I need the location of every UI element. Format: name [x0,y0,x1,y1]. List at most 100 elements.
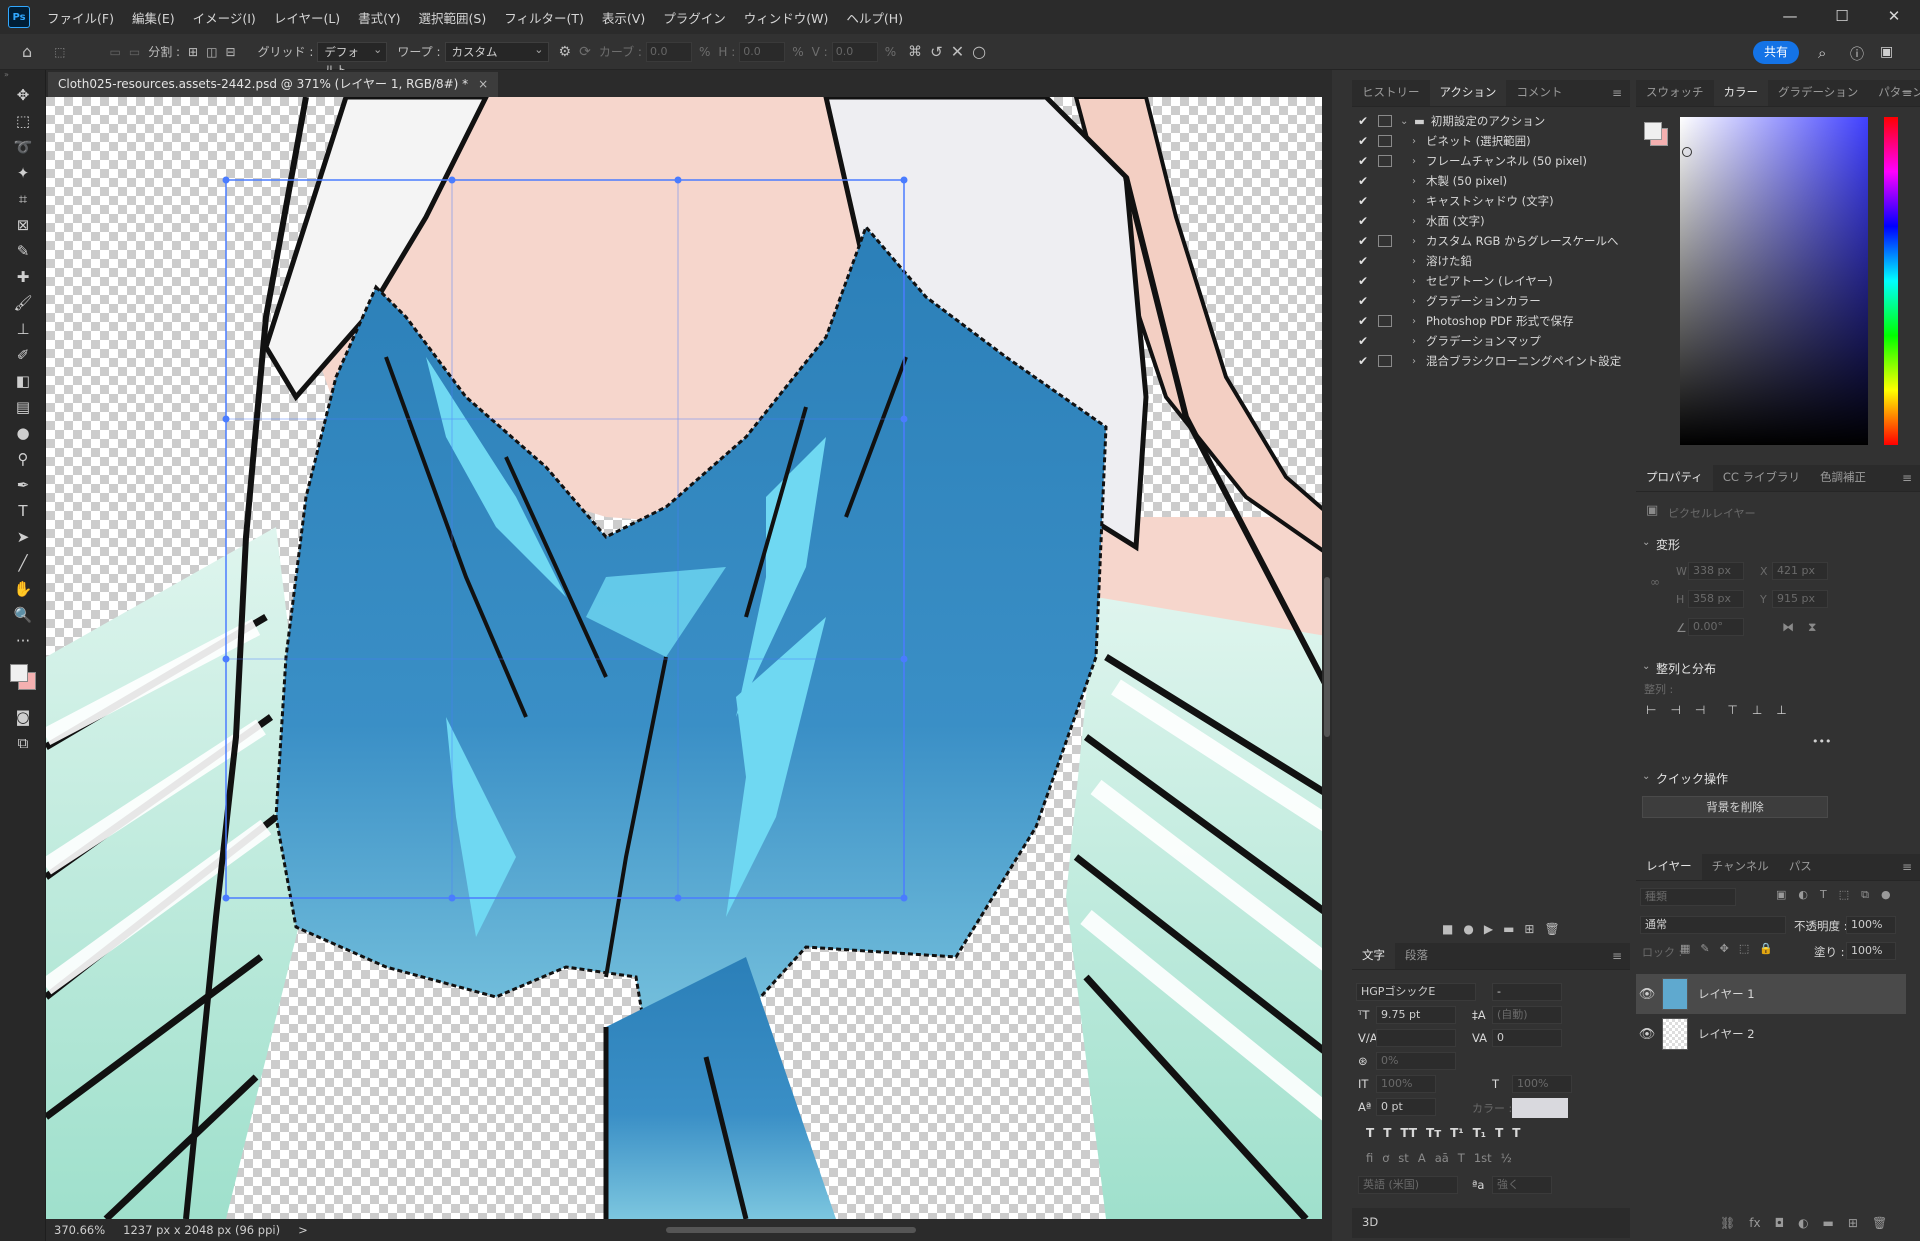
chevron-right-icon[interactable]: › [1412,196,1426,207]
angle-field[interactable]: 0.00° [1688,618,1744,636]
toolbox-collapse-icon[interactable]: » [0,70,45,82]
small-caps-icon[interactable]: Tт [1426,1126,1441,1140]
dialog-toggle-icon[interactable] [1378,175,1392,187]
document-tab[interactable]: Cloth025-resources.assets-2442.psd @ 371… [48,72,499,97]
action-check-icon[interactable]: ✔ [1352,114,1374,128]
new-action-icon[interactable]: ⊞ [1524,922,1534,936]
layer-thumbnail[interactable] [1662,978,1688,1010]
font-size-field[interactable]: 9.75 pt [1376,1006,1456,1024]
filter-adjustment-icon[interactable]: ◐ [1798,888,1808,902]
tab-channels[interactable]: チャンネル [1702,853,1779,880]
font-family-dropdown[interactable]: HGPゴシックE [1356,983,1476,1001]
dialog-toggle-icon[interactable] [1378,115,1392,127]
action-item-5[interactable]: ✔ › カスタム RGB からグレースケールへ [1352,231,1630,251]
color-panel-foreground-swatch[interactable] [1644,122,1662,140]
actions-panel-menu-icon[interactable]: ≡ [1612,86,1622,100]
action-item-9[interactable]: ✔ › Photoshop PDF 形式で保存 [1352,311,1630,331]
action-item-6[interactable]: ✔ › 溶けた鉛 [1352,251,1630,271]
layers-panel-menu-icon[interactable]: ≡ [1902,860,1912,874]
document-tab-close-icon[interactable]: × [478,72,488,97]
transform-chevron-icon[interactable]: ⌄ [1642,537,1650,548]
action-check-icon[interactable]: ✔ [1352,314,1374,328]
tab-character[interactable]: 文字 [1352,942,1395,969]
width-field[interactable]: 338 px [1688,562,1744,580]
superscript-icon[interactable]: T¹ [1450,1126,1463,1140]
x-field[interactable]: 421 px [1772,562,1828,580]
properties-panel-menu-icon[interactable]: ≡ [1902,471,1912,485]
lock-all-icon[interactable]: 🔒 [1759,942,1773,955]
flip-vertical-icon[interactable]: ⧗ [1808,620,1816,635]
chevron-right-icon[interactable]: › [1412,136,1426,147]
new-set-folder-icon[interactable]: ▬ [1503,922,1514,936]
split-horizontal-lines-icon[interactable]: ⊟ [225,45,235,59]
action-check-icon[interactable]: ✔ [1352,154,1374,168]
tab-comments[interactable]: コメント [1506,79,1572,106]
tsume-field[interactable]: 0% [1376,1052,1456,1070]
lock-artboard-icon[interactable]: ⬚ [1739,942,1749,955]
flip-horizontal-icon[interactable]: ⧓ [1782,620,1794,634]
blur-tool-icon[interactable]: ● [0,420,46,446]
menu-layer[interactable]: レイヤー(L) [265,8,349,27]
eyedropper-tool-icon[interactable]: ✎ [0,238,46,264]
underline-icon[interactable]: T [1495,1126,1503,1140]
tab-actions[interactable]: アクション [1429,79,1507,106]
healing-brush-tool-icon[interactable]: ✚ [0,264,46,290]
warp-settings-gear-icon[interactable]: ⚙ [559,44,572,60]
tab-gradients[interactable]: グラデーション [1768,79,1868,106]
opacity-field[interactable]: 100% [1846,916,1896,934]
ligature-icon[interactable]: fi [1366,1151,1373,1165]
marquee-tool-icon[interactable]: ⬚ [0,108,46,134]
action-set-row[interactable]: ✔ ⌄ ▬ 初期設定のアクション [1352,111,1630,131]
menu-filter[interactable]: フィルター(T) [495,8,593,27]
swash-icon[interactable]: A [1418,1151,1426,1165]
dialog-toggle-icon[interactable] [1378,235,1392,247]
new-layer-icon[interactable]: ⊞ [1848,1216,1858,1230]
action-item-2[interactable]: ✔ › 木製 (50 pixel) [1352,171,1630,191]
ordinal-icon[interactable]: T [1458,1151,1465,1165]
workspace-icon[interactable]: ▣ [1880,44,1893,60]
chevron-right-icon[interactable]: › [1412,296,1426,307]
color-field[interactable] [1680,117,1868,445]
split-vertical-icon[interactable]: ▭ [129,45,140,59]
undo-warp-icon[interactable]: ↺ [930,43,943,61]
action-check-icon[interactable]: ✔ [1352,234,1374,248]
layer-filter-field[interactable]: 種類 [1640,888,1736,906]
chevron-right-icon[interactable]: › [1412,176,1426,187]
quick-actions-chevron-icon[interactable]: ⌄ [1642,771,1650,782]
fraction-icon[interactable]: ½ [1501,1151,1512,1165]
ordinal-1st-icon[interactable]: 1st [1474,1151,1492,1165]
menu-window[interactable]: ウィンドウ(W) [735,8,838,27]
chevron-right-icon[interactable]: › [1412,256,1426,267]
3d-panel-tab[interactable]: 3D [1352,1208,1630,1238]
menu-plugins[interactable]: プラグイン [654,8,735,27]
delete-layer-icon[interactable]: 🗑 [1872,1216,1887,1230]
warp-preset-icon[interactable]: ⬚ [54,45,65,59]
text-color-swatch[interactable] [1512,1098,1568,1118]
dialog-toggle-icon[interactable] [1378,135,1392,147]
tab-adjustments[interactable]: 色調補正 [1810,464,1876,491]
vertical-scroll-thumb[interactable] [1324,577,1330,737]
search-icon[interactable]: ⌕ [1818,44,1826,62]
antialias-dropdown[interactable]: 強く [1492,1176,1552,1194]
character-panel-menu-icon[interactable]: ≡ [1612,949,1622,963]
tab-swatches[interactable]: スウォッチ [1636,79,1714,106]
action-item-7[interactable]: ✔ › セピアトーン (レイヤー) [1352,271,1630,291]
dialog-toggle-icon[interactable] [1378,195,1392,207]
canvas-area[interactable] [46,97,1332,1219]
dialog-toggle-icon[interactable] [1378,335,1392,347]
zoom-level[interactable]: 370.66% [54,1223,105,1237]
align-center-h-icon[interactable]: ⊣ [1670,703,1680,717]
commit-transform-icon[interactable]: ○ [972,42,986,61]
align-middle-v-icon[interactable]: ⊥ [1752,703,1762,717]
hue-slider[interactable] [1884,117,1898,445]
leading-field[interactable]: (自動) [1492,1006,1562,1024]
layer-row-2[interactable]: 👁 レイヤー 2 [1636,1014,1906,1054]
align-right-icon[interactable]: ⊣ [1695,703,1705,717]
height-field[interactable]: 358 px [1688,590,1744,608]
action-check-icon[interactable]: ✔ [1352,214,1374,228]
action-check-icon[interactable]: ✔ [1352,134,1374,148]
lasso-tool-icon[interactable]: ➰ [0,134,46,160]
action-check-icon[interactable]: ✔ [1352,194,1374,208]
artwork-canvas[interactable] [46,97,1332,1219]
chevron-right-icon[interactable]: › [1412,336,1426,347]
